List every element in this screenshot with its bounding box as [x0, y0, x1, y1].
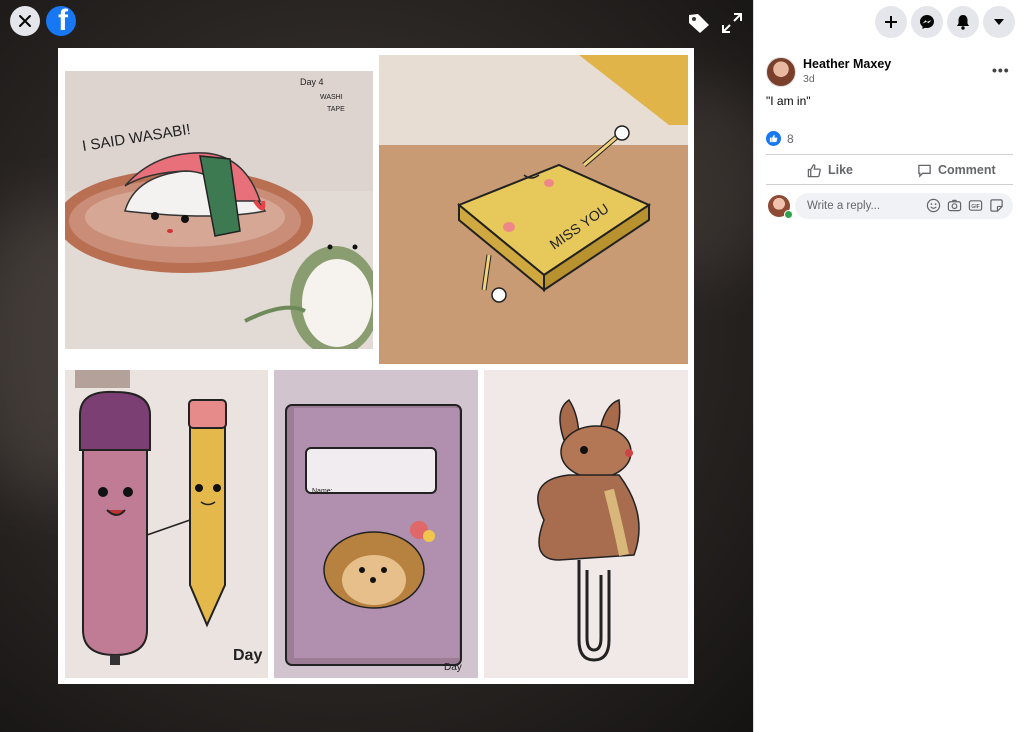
day-4-label: Day 4: [300, 77, 324, 87]
thumbs-up-icon: [769, 134, 778, 143]
comment-button[interactable]: Comment: [917, 158, 996, 182]
like-reaction-icon[interactable]: [766, 131, 781, 146]
like-count[interactable]: 8: [787, 132, 794, 146]
photo-collage[interactable]: I SAID WASABI! Day 4 WASHI TAPE MISS YOU…: [58, 48, 694, 684]
photo-viewer: f I SAID WASABI! Day 4 WASHI TAPE MISS Y…: [0, 0, 753, 732]
like-button[interactable]: Like: [807, 158, 853, 182]
divider: [766, 154, 1013, 155]
panel-pens: Day: [65, 370, 268, 678]
post-text: "I am in": [766, 94, 811, 108]
svg-text:GIF: GIF: [971, 204, 980, 210]
notifications-button[interactable]: [947, 6, 979, 38]
plus-icon: [885, 16, 897, 28]
account-button[interactable]: [983, 6, 1015, 38]
close-icon: [19, 15, 31, 27]
camera-icon[interactable]: [947, 198, 962, 213]
comment-label: Comment: [938, 163, 996, 177]
caret-down-icon: [994, 19, 1004, 25]
facebook-logo-icon[interactable]: f: [46, 6, 76, 36]
messenger-button[interactable]: [911, 6, 943, 38]
emoji-icon[interactable]: [926, 198, 941, 213]
expand-icon[interactable]: [720, 11, 744, 35]
reply-input[interactable]: [805, 199, 929, 213]
panel-notebook: Name: Day: [274, 370, 478, 678]
more-options-button[interactable]: •••: [992, 62, 1010, 78]
day-label-pens: Day: [233, 647, 262, 664]
author-name[interactable]: Heather Maxey: [803, 57, 891, 71]
like-label: Like: [828, 163, 854, 177]
panel-sushi: I SAID WASABI! Day 4 WASHI TAPE: [65, 71, 373, 349]
sticker-icon[interactable]: [989, 198, 1004, 213]
divider: [766, 184, 1013, 185]
day-label-notebook: Day: [444, 662, 462, 673]
post-sidebar: Heather Maxey 3d ••• "I am in" 8 Like Co…: [753, 0, 1024, 732]
create-button[interactable]: [875, 6, 907, 38]
panel-kangaroo: [484, 370, 688, 678]
close-button[interactable]: [10, 6, 40, 36]
tag-icon[interactable]: [686, 11, 712, 35]
notebook-name-label: Name:: [312, 488, 333, 495]
thumbs-up-outline-icon: [807, 163, 821, 177]
bell-icon: [957, 15, 969, 30]
messenger-icon: [920, 15, 934, 29]
panel-sticky-note: MISS YOU: [379, 55, 688, 364]
author-avatar[interactable]: [766, 57, 796, 87]
post-timestamp[interactable]: 3d: [803, 73, 815, 85]
washi-label: WASHI: [320, 94, 343, 101]
tape-label: TAPE: [327, 106, 345, 113]
gif-icon[interactable]: GIF: [968, 198, 983, 213]
comment-icon: [918, 164, 931, 178]
online-status-dot: [784, 210, 793, 219]
ellipsis-icon: •••: [992, 62, 1010, 78]
